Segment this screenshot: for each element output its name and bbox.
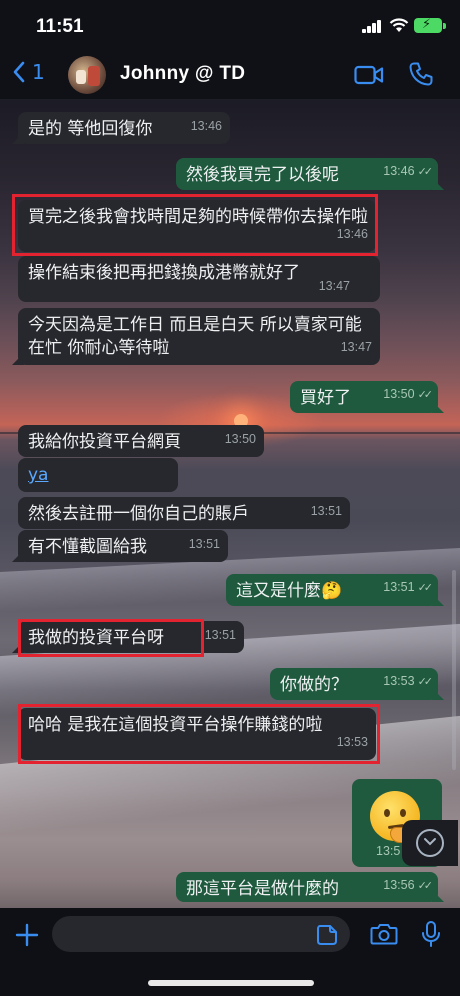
unread-count: 1 bbox=[32, 60, 45, 84]
read-ticks-icon: ✓✓ bbox=[417, 676, 434, 688]
highlight-box bbox=[18, 704, 380, 764]
signal-icon bbox=[362, 20, 382, 33]
phone-icon[interactable] bbox=[408, 61, 434, 87]
message-text: 那這平台是做什麼的 bbox=[186, 879, 339, 899]
message-text: 有不懂截圖給我 bbox=[28, 537, 147, 557]
read-ticks-icon: ✓✓ bbox=[417, 166, 434, 178]
chat-header: 1 Johnny @ TD bbox=[0, 50, 460, 100]
message-incoming[interactable]: 有不懂截圖給我 13:51 bbox=[18, 530, 228, 562]
message-text: 然後我買完了以後呢 bbox=[186, 165, 339, 185]
message-incoming[interactable]: 然後去註冊一個你自己的賬戶 13:51 bbox=[18, 497, 350, 529]
message-incoming[interactable]: 我給你投資平台網頁 13:50 bbox=[18, 425, 264, 457]
camera-icon[interactable] bbox=[370, 922, 398, 946]
back-button[interactable]: 1 bbox=[12, 60, 45, 84]
message-outgoing[interactable]: 那這平台是做什麼的 13:56 ✓✓ bbox=[176, 872, 438, 902]
message-outgoing[interactable]: 然後我買完了以後呢 13:46 ✓✓ bbox=[176, 158, 438, 190]
message-incoming[interactable]: ya bbox=[18, 458, 178, 492]
microphone-icon[interactable] bbox=[420, 920, 442, 948]
avatar[interactable] bbox=[68, 56, 106, 94]
message-text: 我給你投資平台網頁 bbox=[28, 432, 181, 452]
message-text: 是的 等他回復你 bbox=[28, 119, 153, 139]
message-text: 這又是什麼🤔 bbox=[236, 581, 343, 601]
battery-icon: ⚡ bbox=[414, 17, 446, 33]
scrollbar[interactable] bbox=[452, 570, 456, 770]
message-text: 今天因為是工作日 而且是白天 所以賣家可能在忙 你耐心等待啦 bbox=[28, 315, 362, 358]
message-time: 13:47 bbox=[318, 279, 350, 293]
message-time: 13:46 bbox=[383, 164, 415, 178]
read-ticks-icon: ✓✓ bbox=[417, 582, 434, 594]
composer-bar bbox=[0, 908, 460, 996]
message-time: 13:47 bbox=[340, 340, 372, 354]
message-text: 然後去註冊一個你自己的賬戶 bbox=[28, 504, 249, 524]
message-outgoing[interactable]: 你做的？ 13:53 ✓✓ bbox=[270, 668, 438, 700]
message-list[interactable]: 是的 等他回復你 13:46 然後我買完了以後呢 13:46 ✓✓ 買完之後我會找… bbox=[0, 100, 460, 908]
scroll-down-icon bbox=[416, 829, 444, 857]
home-indicator[interactable] bbox=[148, 980, 314, 986]
wifi-icon bbox=[389, 18, 409, 32]
message-input[interactable] bbox=[52, 916, 350, 952]
message-time: 13:56 bbox=[383, 878, 415, 892]
message-text: 你做的？ bbox=[280, 675, 348, 695]
read-ticks-icon: ✓✓ bbox=[417, 880, 434, 892]
message-time: 13:51 bbox=[204, 628, 236, 642]
message-time: 13:50 bbox=[224, 432, 256, 446]
message-time: 13:5 bbox=[376, 844, 401, 858]
message-incoming[interactable]: 是的 等他回復你 13:46 bbox=[18, 112, 230, 144]
message-text: 買好了 bbox=[300, 388, 351, 408]
chevron-left-icon bbox=[13, 61, 25, 83]
message-time: 13:51 bbox=[310, 504, 342, 518]
video-call-icon[interactable] bbox=[354, 64, 384, 86]
message-text: 操作結束後把再把錢換成港幣就好了 bbox=[28, 263, 300, 283]
sticker-icon[interactable] bbox=[316, 924, 338, 946]
status-time: 11:51 bbox=[36, 16, 84, 37]
read-ticks-icon: ✓✓ bbox=[417, 389, 434, 401]
message-link[interactable]: ya bbox=[28, 465, 48, 485]
message-outgoing[interactable]: 買好了 13:50 ✓✓ bbox=[290, 381, 438, 413]
message-time: 13:53 bbox=[383, 674, 415, 688]
status-bar: 11:51 ⚡ bbox=[0, 0, 460, 50]
contact-name[interactable]: Johnny @ TD bbox=[120, 63, 245, 85]
highlight-box bbox=[18, 619, 204, 657]
message-time: 13:51 bbox=[383, 580, 415, 594]
message-time: 13:46 bbox=[190, 119, 222, 133]
plus-icon[interactable] bbox=[14, 922, 40, 948]
scroll-down-button[interactable] bbox=[402, 820, 458, 866]
message-time: 13:51 bbox=[188, 537, 220, 551]
message-incoming[interactable]: 今天因為是工作日 而且是白天 所以賣家可能在忙 你耐心等待啦 13:47 bbox=[18, 308, 380, 365]
highlight-box bbox=[12, 194, 378, 256]
message-incoming[interactable]: 操作結束後把再把錢換成港幣就好了 13:47 bbox=[18, 256, 380, 302]
message-time: 13:50 bbox=[383, 387, 415, 401]
message-outgoing[interactable]: 這又是什麼🤔 13:51 ✓✓ bbox=[226, 574, 438, 606]
